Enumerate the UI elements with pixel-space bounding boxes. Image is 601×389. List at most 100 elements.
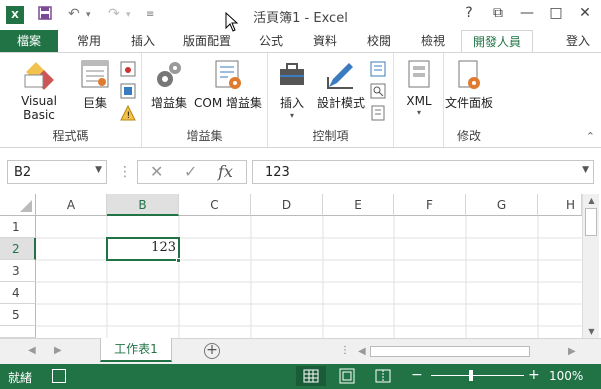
horizontal-scroll-thumb[interactable] <box>370 346 530 357</box>
visual-basic-label: Visual Basic <box>21 94 57 122</box>
group-controls: 插入 ▾ 設計模式 控制項 <box>268 53 394 147</box>
com-addins-label: COM 增益集 <box>194 96 262 110</box>
next-sheet-icon[interactable]: ▶ <box>54 345 62 356</box>
visual-basic-button[interactable]: Visual Basic <box>4 59 74 122</box>
document-panel-icon <box>458 60 480 89</box>
document-panel-label: 文件面板 <box>444 96 493 110</box>
formula-bar-grip-icon[interactable]: ⋮ <box>118 164 132 180</box>
sheet-bar-splitter-icon[interactable]: ⋮ <box>340 345 350 356</box>
row-header-3[interactable]: 3 <box>0 260 36 282</box>
column-header-d[interactable]: D <box>251 194 323 216</box>
row-header-5[interactable]: 5 <box>0 304 36 326</box>
row-header-2[interactable]: 2 <box>0 238 36 260</box>
sheet-tab-1[interactable]: 工作表1 <box>100 338 172 362</box>
macros-button[interactable]: 巨集 <box>76 59 114 111</box>
insert-function-icon[interactable]: fx <box>218 162 233 181</box>
name-box[interactable]: B2 ▼ <box>7 160 107 184</box>
scroll-right-icon[interactable]: ▶ <box>568 346 576 357</box>
column-header-g[interactable]: G <box>466 194 538 216</box>
enter-entry-icon[interactable]: ✓ <box>184 162 197 181</box>
ribbon-display-options-button[interactable]: ⧉ <box>488 5 508 21</box>
normal-view-button[interactable] <box>296 366 326 386</box>
view-code-icon[interactable] <box>370 83 386 99</box>
formula-input[interactable]: 123 ▼ <box>252 160 594 184</box>
prev-sheet-icon[interactable]: ◀ <box>28 345 36 356</box>
macro-recording-icon[interactable] <box>52 369 66 383</box>
tab-home[interactable]: 常用 <box>66 30 112 52</box>
status-bar: 就緒 − + 100% <box>0 364 601 389</box>
run-dialog-icon[interactable] <box>370 105 386 121</box>
toolbox-icon <box>280 63 304 85</box>
tab-formulas[interactable]: 公式 <box>248 30 294 52</box>
page-break-view-button[interactable] <box>368 366 398 386</box>
close-button[interactable]: ✕ <box>575 5 595 21</box>
column-header-h[interactable]: H <box>538 194 582 216</box>
properties-icon[interactable] <box>370 61 386 77</box>
tab-data[interactable]: 資料 <box>302 30 348 52</box>
macros-label: 巨集 <box>82 96 107 110</box>
status-text: 就緒 <box>8 371 33 385</box>
relative-references-icon[interactable] <box>120 83 136 99</box>
zoom-out-button[interactable]: − <box>411 367 423 383</box>
group-addins-label: 增益集 <box>186 129 223 143</box>
normal-view-icon <box>303 369 319 383</box>
maximize-button[interactable]: □ <box>546 5 566 21</box>
cancel-entry-icon[interactable]: ✕ <box>150 162 163 181</box>
tab-page-layout[interactable]: 版面配置 <box>174 30 240 52</box>
column-header-c[interactable]: C <box>179 194 251 216</box>
title-bar: X ↶ ▾ ↷ ▾ ≡ 活頁簿1 - Excel ? ⧉ — □ ✕ <box>0 0 601 30</box>
group-xml: XML ▾ <box>394 53 444 147</box>
row-header-6[interactable] <box>0 326 36 338</box>
formula-input-value: 123 <box>265 165 290 180</box>
scroll-down-icon[interactable]: ▼ <box>583 327 600 336</box>
cell-b2[interactable]: 123 <box>106 237 180 261</box>
fill-handle[interactable] <box>176 258 181 263</box>
zoom-level[interactable]: 100% <box>549 369 583 383</box>
insert-control-button[interactable]: 插入 ▾ <box>274 59 310 120</box>
tab-view[interactable]: 檢視 <box>410 30 456 52</box>
addins-button[interactable]: 增益集 <box>146 59 192 111</box>
group-modify: 文件面板 修改 <box>444 53 494 147</box>
record-macro-icon[interactable] <box>120 61 136 77</box>
com-addins-button[interactable]: COM 增益集 <box>190 59 266 111</box>
xml-label: XML <box>406 94 432 108</box>
horizontal-scrollbar[interactable]: ◀ ▶ <box>356 345 581 359</box>
design-mode-button[interactable]: 設計模式 <box>314 59 368 111</box>
name-box-dropdown-icon[interactable]: ▼ <box>95 165 102 175</box>
tab-review[interactable]: 校閱 <box>356 30 402 52</box>
macro-security-icon[interactable]: ! <box>120 104 136 121</box>
add-sheet-icon[interactable]: + <box>204 343 220 359</box>
page-layout-view-button[interactable] <box>332 366 362 386</box>
row-header-1[interactable]: 1 <box>0 216 36 238</box>
select-all-corner[interactable] <box>0 194 36 216</box>
window-title: 活頁簿1 - Excel <box>253 11 348 26</box>
zoom-slider-thumb[interactable] <box>469 370 473 381</box>
help-button[interactable]: ? <box>459 5 479 21</box>
group-modify-label: 修改 <box>456 129 481 143</box>
minimize-button[interactable]: — <box>517 5 537 21</box>
ribbon-tabs: 檔案 常用 插入 版面配置 公式 資料 校閱 檢視 開發人員 登入 <box>0 30 601 53</box>
name-box-value: B2 <box>14 165 32 180</box>
scroll-left-icon[interactable]: ◀ <box>358 346 366 357</box>
group-controls-label: 控制項 <box>312 129 349 143</box>
visual-basic-icon <box>24 62 54 90</box>
column-header-f[interactable]: F <box>394 194 466 216</box>
column-header-e[interactable]: E <box>323 194 394 216</box>
scroll-up-icon[interactable]: ▲ <box>583 196 600 205</box>
vertical-scrollbar[interactable]: ▲ ▼ <box>582 194 599 338</box>
document-panel-button[interactable]: 文件面板 <box>442 59 496 111</box>
zoom-in-button[interactable]: + <box>528 367 540 383</box>
tab-insert[interactable]: 插入 <box>120 30 166 52</box>
tab-developer[interactable]: 開發人員 <box>461 30 533 53</box>
xml-button[interactable]: XML ▾ <box>398 59 440 117</box>
row-header-4[interactable]: 4 <box>0 282 36 304</box>
collapse-ribbon-icon[interactable]: ⌃ <box>586 130 595 143</box>
column-header-a[interactable]: A <box>36 194 107 216</box>
expand-formula-bar-icon[interactable]: ▼ <box>582 165 589 175</box>
vertical-scroll-thumb[interactable] <box>585 208 597 236</box>
column-header-b[interactable]: B <box>107 194 179 216</box>
zoom-slider[interactable] <box>431 375 524 376</box>
signin-link[interactable]: 登入 <box>566 30 601 52</box>
tab-file[interactable]: 檔案 <box>0 30 58 52</box>
mouse-cursor-icon <box>225 12 239 32</box>
